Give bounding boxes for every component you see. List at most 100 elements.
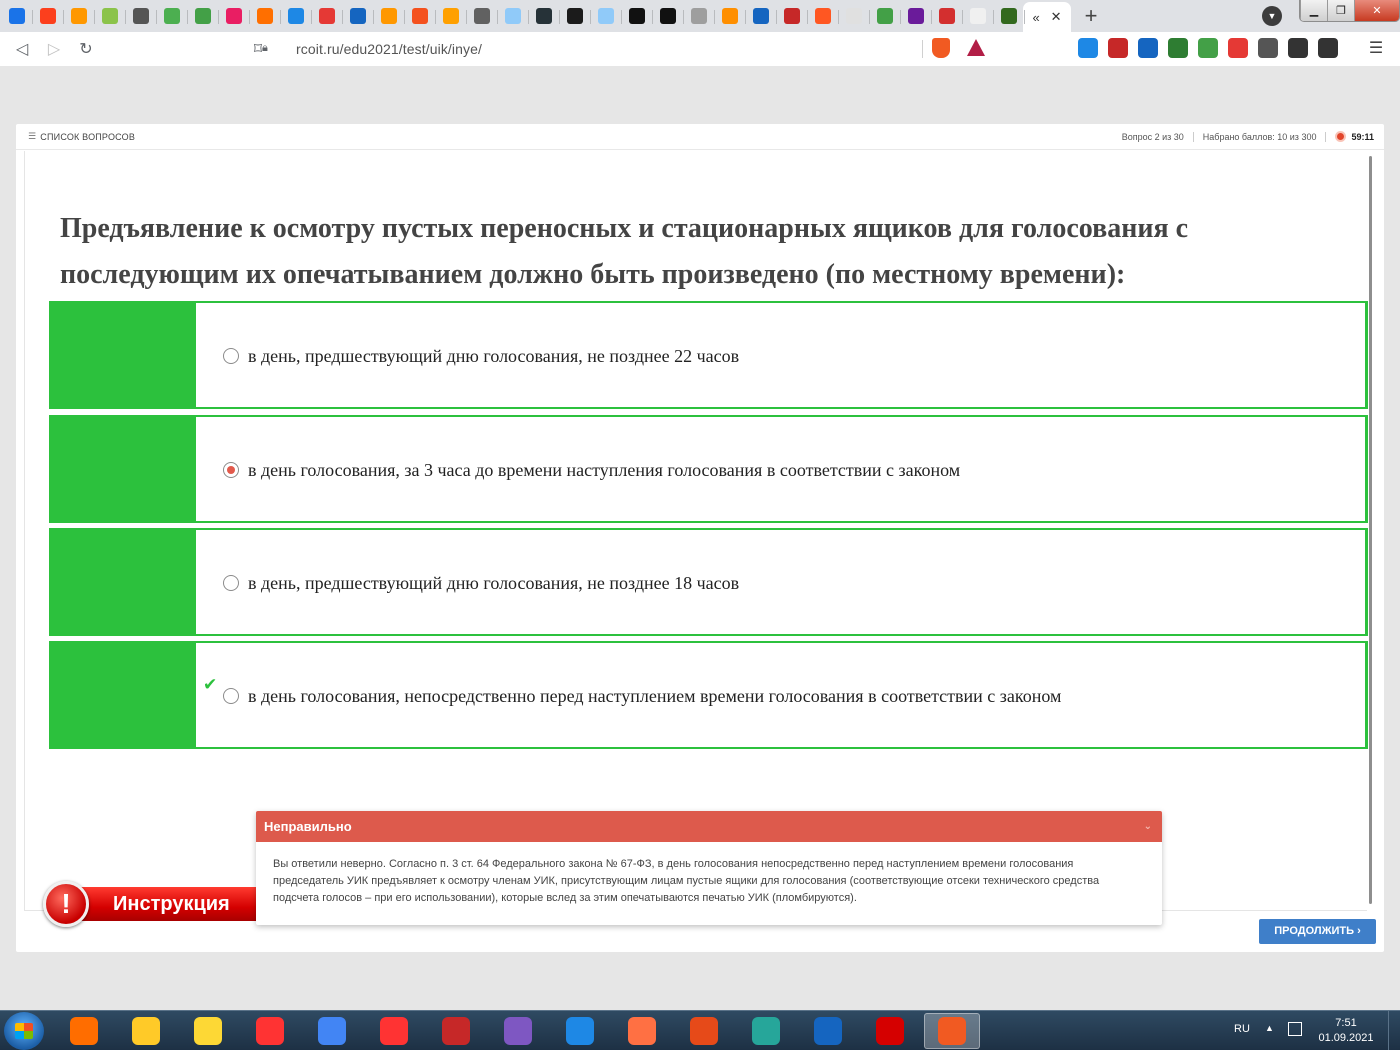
extension-icon-6[interactable] — [1228, 38, 1248, 58]
chevron-down-icon[interactable]: ⌄ — [1144, 811, 1152, 842]
pinned-tab-18[interactable] — [530, 2, 560, 30]
browser-menu-icon[interactable]: ☰ — [1366, 38, 1386, 58]
active-tab[interactable]: « ✕ — [1023, 2, 1071, 32]
pinned-tab-11[interactable] — [313, 2, 343, 30]
extension-icon-3[interactable] — [1138, 38, 1158, 58]
taskbar-app-4[interactable] — [242, 1013, 298, 1049]
reload-button[interactable]: ↻ — [70, 33, 102, 65]
pinned-tab-3[interactable] — [65, 2, 95, 30]
network-icon[interactable] — [1288, 1022, 1302, 1036]
answer-option-4[interactable]: ✔ в день голосования, непосредственно пе… — [49, 641, 1368, 749]
tab-close-icon[interactable]: ✕ — [1051, 9, 1062, 25]
taskbar-app-6[interactable] — [366, 1013, 422, 1049]
brave-rewards-icon[interactable] — [967, 39, 985, 56]
taskbar-app-12[interactable] — [738, 1013, 794, 1049]
pinned-tab-30[interactable] — [902, 2, 932, 30]
taskbar-app-8[interactable] — [490, 1013, 546, 1049]
extension-icon-9[interactable] — [1318, 38, 1338, 58]
taskbar-app-15[interactable] — [924, 1013, 980, 1049]
taskbar-app-10[interactable] — [614, 1013, 670, 1049]
pinned-tab-31[interactable] — [933, 2, 963, 30]
minimize-button[interactable]: ▁ — [1300, 0, 1327, 21]
answer-option-2[interactable]: в день голосования, за 3 часа до времени… — [49, 415, 1368, 523]
close-window-button[interactable]: ✕ — [1354, 0, 1399, 21]
extension-icon-8[interactable] — [1288, 38, 1308, 58]
tab-favicon-icon — [939, 8, 955, 24]
taskbar-app-14[interactable] — [862, 1013, 918, 1049]
pinned-tab-10[interactable] — [282, 2, 312, 30]
pinned-tab-12[interactable] — [344, 2, 374, 30]
pinned-tab-6[interactable] — [158, 2, 188, 30]
pinned-tab-7[interactable] — [189, 2, 219, 30]
pinned-tab-1[interactable] — [3, 2, 33, 30]
pinned-tab-21[interactable] — [623, 2, 653, 30]
feedback-panel: Неправильно ⌄ Вы ответили неверно. Согла… — [256, 811, 1162, 925]
pinned-tab-4[interactable] — [96, 2, 126, 30]
taskbar-app-3[interactable] — [180, 1013, 236, 1049]
pinned-tab-22[interactable] — [654, 2, 684, 30]
tab-search-icon[interactable]: ▼ — [1262, 6, 1282, 26]
extension-icon-1[interactable] — [1078, 38, 1098, 58]
taskbar-app-13[interactable] — [800, 1013, 856, 1049]
answer-option-1[interactable]: в день, предшествующий дню голосования, … — [49, 301, 1368, 409]
pinned-tab-26[interactable] — [778, 2, 808, 30]
taskbar-app-9[interactable] — [552, 1013, 608, 1049]
tab-favicon-icon — [567, 8, 583, 24]
scrollbar[interactable] — [1369, 156, 1372, 904]
tab-favicon-icon — [350, 8, 366, 24]
pinned-tab-16[interactable] — [468, 2, 498, 30]
answer-radio-3[interactable] — [223, 575, 239, 591]
pinned-tab-2[interactable] — [34, 2, 64, 30]
pinned-tab-20[interactable] — [592, 2, 622, 30]
brave-shields-icon[interactable] — [932, 38, 950, 58]
taskbar-app-7[interactable] — [428, 1013, 484, 1049]
taskbar-app-1[interactable] — [56, 1013, 112, 1049]
answer-radio-1[interactable] — [223, 348, 239, 364]
quiz-stats: Вопрос 2 из 30 Набрано баллов: 10 из 300… — [1122, 131, 1374, 142]
pinned-tab-27[interactable] — [809, 2, 839, 30]
tab-favicon-icon — [443, 8, 459, 24]
maximize-button[interactable]: ❐ — [1327, 0, 1354, 21]
system-clock[interactable]: 7:51 01.09.2021 — [1318, 1016, 1374, 1046]
feedback-header[interactable]: Неправильно ⌄ — [256, 811, 1162, 842]
pinned-tab-24[interactable] — [716, 2, 746, 30]
pinned-tab-5[interactable] — [127, 2, 157, 30]
answer-option-3[interactable]: в день, предшествующий дню голосования, … — [49, 528, 1368, 636]
extension-icon-5[interactable] — [1198, 38, 1218, 58]
pinned-tab-14[interactable] — [406, 2, 436, 30]
questions-list-button[interactable]: ☰ СПИСОК ВОПРОСОВ — [28, 131, 135, 142]
back-button[interactable]: ◁ — [6, 33, 38, 65]
new-tab-button[interactable]: + — [1077, 2, 1105, 30]
pinned-tab-29[interactable] — [871, 2, 901, 30]
taskbar-app-11[interactable] — [676, 1013, 732, 1049]
address-bar[interactable]: 🔒︎ rcoit.ru/edu2021/test/uik/inye/ — [262, 36, 992, 62]
extension-icon-2[interactable] — [1108, 38, 1128, 58]
pinned-tab-9[interactable] — [251, 2, 281, 30]
pinned-tab-19[interactable] — [561, 2, 591, 30]
continue-button[interactable]: ПРОДОЛЖИТЬ › — [1259, 919, 1376, 944]
language-indicator[interactable]: RU — [1234, 1023, 1250, 1035]
app-icon — [504, 1017, 532, 1045]
pinned-tab-33[interactable] — [995, 2, 1025, 30]
instruction-banner[interactable]: Инструкция ! — [43, 881, 293, 927]
forward-button[interactable]: ▷ — [38, 33, 70, 65]
pinned-tab-17[interactable] — [499, 2, 529, 30]
tab-favicon-icon — [1001, 8, 1017, 24]
address-url[interactable]: rcoit.ru/edu2021/test/uik/inye/ — [296, 41, 482, 57]
tray-expand-icon[interactable]: ▲ — [1265, 1023, 1274, 1033]
taskbar-app-2[interactable] — [118, 1013, 174, 1049]
start-button[interactable] — [4, 1012, 44, 1050]
pinned-tab-25[interactable] — [747, 2, 777, 30]
pinned-tab-28[interactable] — [840, 2, 870, 30]
pinned-tab-32[interactable] — [964, 2, 994, 30]
extension-icon-4[interactable] — [1168, 38, 1188, 58]
extension-icon-7[interactable] — [1258, 38, 1278, 58]
answer-radio-4[interactable] — [223, 688, 239, 704]
pinned-tab-23[interactable] — [685, 2, 715, 30]
taskbar-app-5[interactable] — [304, 1013, 360, 1049]
pinned-tab-15[interactable] — [437, 2, 467, 30]
answer-radio-2[interactable] — [223, 462, 239, 478]
pinned-tab-13[interactable] — [375, 2, 405, 30]
pinned-tab-8[interactable] — [220, 2, 250, 30]
show-desktop-button[interactable] — [1388, 1011, 1400, 1050]
